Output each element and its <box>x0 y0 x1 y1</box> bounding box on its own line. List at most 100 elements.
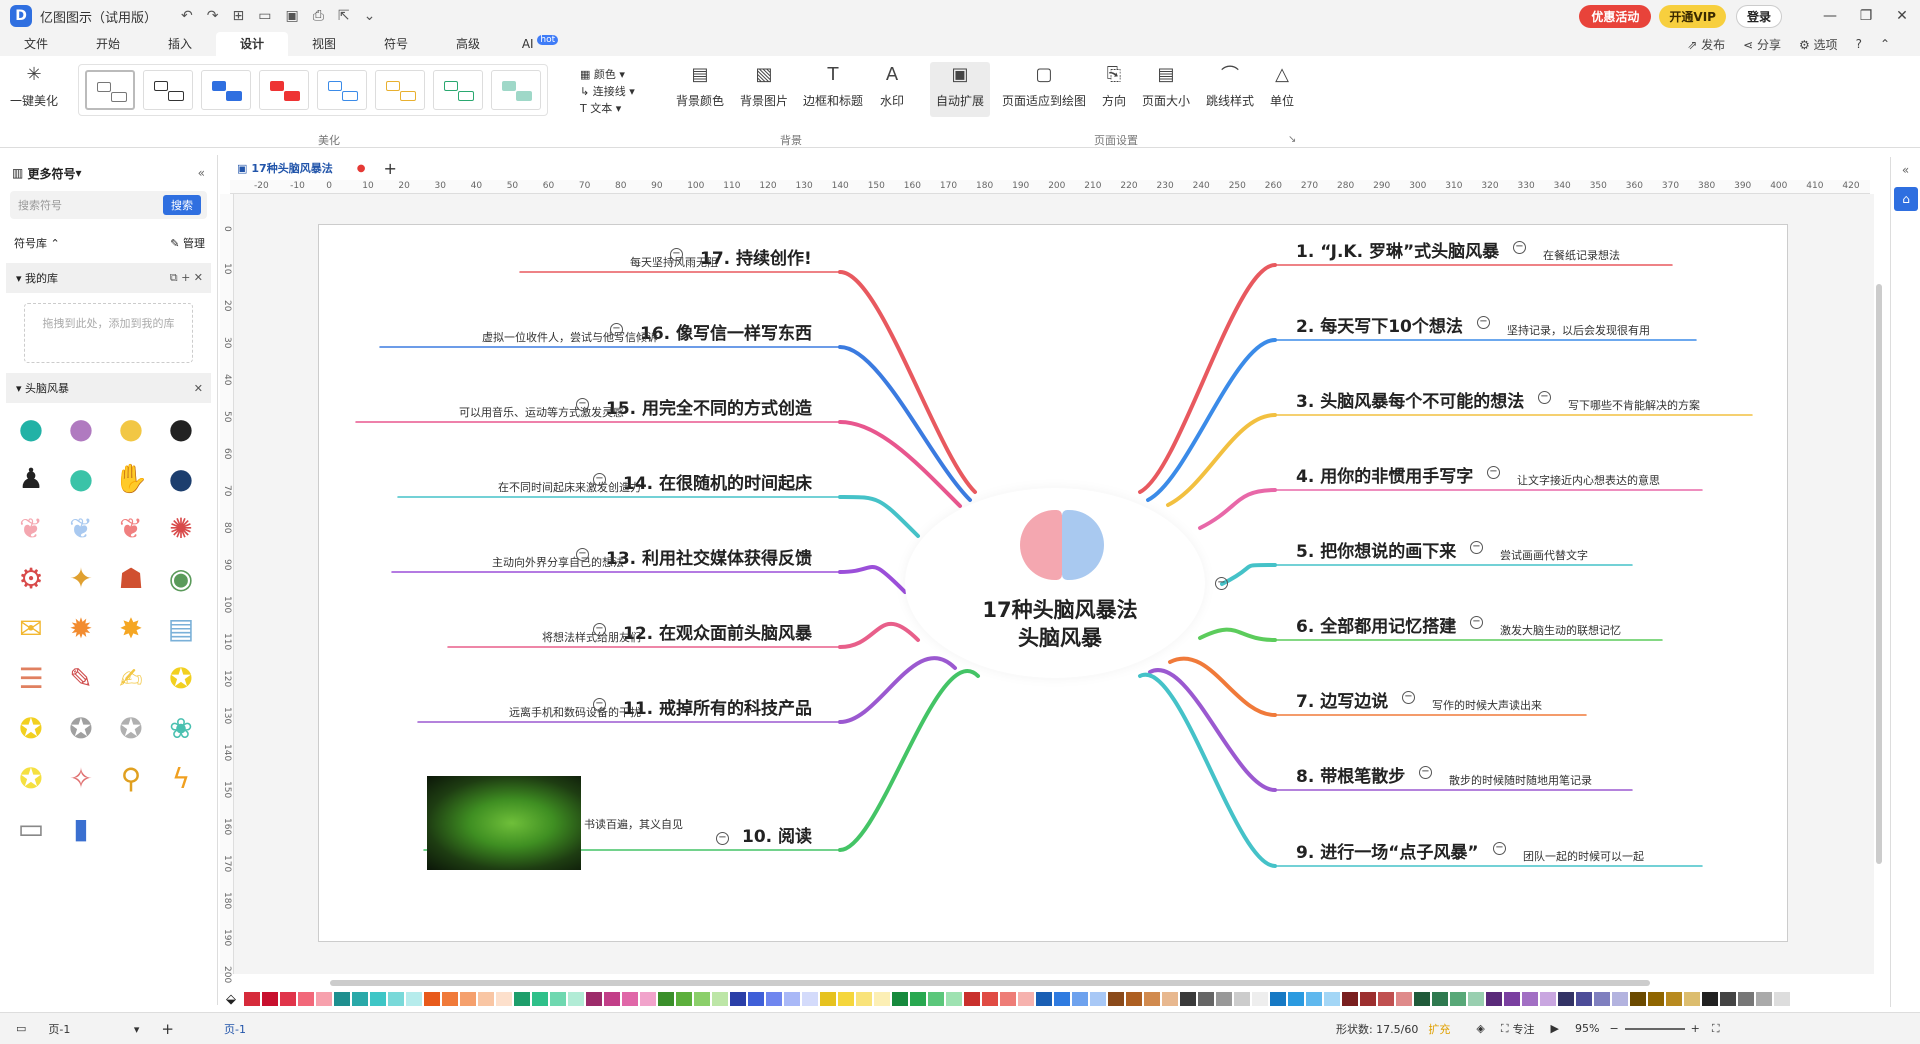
color-swatch[interactable] <box>694 992 710 1006</box>
color-swatch[interactable] <box>766 992 782 1006</box>
topic-note[interactable]: 尝试画画代替文字 <box>1500 547 1588 563</box>
color-swatch[interactable] <box>1072 992 1088 1006</box>
color-swatch[interactable] <box>1414 992 1430 1006</box>
topic-right[interactable]: 5. 把你想说的画下来 <box>1296 537 1456 562</box>
color-swatch[interactable] <box>568 992 584 1006</box>
topic-note[interactable]: 可以用音乐、运动等方式激发灵感 <box>459 404 624 420</box>
topic-note[interactable]: 写作的时候大声读出来 <box>1432 697 1542 713</box>
topic-left[interactable]: 13. 利用社交媒体获得反馈 <box>606 544 812 569</box>
topic-note[interactable]: 激发大脑生动的联想记忆 <box>1500 622 1621 638</box>
topic-right[interactable]: 4. 用你的非惯用手写字 <box>1296 462 1473 487</box>
leaf-image[interactable] <box>427 776 581 870</box>
topic-left[interactable]: 12. 在观众面前头脑风暴 <box>623 619 812 644</box>
color-swatch[interactable] <box>1540 992 1556 1006</box>
color-swatch[interactable] <box>550 992 566 1006</box>
color-swatch[interactable] <box>1792 992 1808 1006</box>
color-swatch[interactable] <box>1036 992 1052 1006</box>
topic-left[interactable]: 15. 用完全不同的方式创造 <box>606 394 812 419</box>
color-swatch[interactable] <box>424 992 440 1006</box>
color-swatch[interactable] <box>1342 992 1358 1006</box>
color-swatch[interactable] <box>622 992 638 1006</box>
color-swatch[interactable] <box>1324 992 1340 1006</box>
color-swatch[interactable] <box>640 992 656 1006</box>
color-swatch[interactable] <box>928 992 944 1006</box>
color-swatch[interactable] <box>1216 992 1232 1006</box>
topic-note[interactable]: 坚持记录，以后会发现很有用 <box>1507 322 1650 338</box>
color-swatch[interactable] <box>676 992 692 1006</box>
color-swatch[interactable] <box>1234 992 1250 1006</box>
color-swatch[interactable] <box>1306 992 1322 1006</box>
horizontal-scrollbar[interactable] <box>330 980 1650 986</box>
color-swatch[interactable] <box>1684 992 1700 1006</box>
color-swatch[interactable] <box>1018 992 1034 1006</box>
color-swatch[interactable] <box>1270 992 1286 1006</box>
color-swatch[interactable] <box>1612 992 1628 1006</box>
format-brush-icon[interactable]: ⌂ <box>1894 187 1918 211</box>
color-swatch[interactable] <box>1000 992 1016 1006</box>
color-swatch[interactable] <box>658 992 674 1006</box>
color-swatch[interactable] <box>784 992 800 1006</box>
topic-right[interactable]: 9. 进行一场“点子风暴” <box>1296 838 1479 863</box>
color-swatch[interactable] <box>1756 992 1772 1006</box>
color-swatch[interactable] <box>910 992 926 1006</box>
color-swatch[interactable] <box>406 992 422 1006</box>
color-swatch[interactable] <box>388 992 404 1006</box>
color-swatch[interactable] <box>370 992 386 1006</box>
topic-note[interactable]: 书读百遍，其义自见 <box>584 816 683 832</box>
topic-left[interactable]: 14. 在很随机的时间起床 <box>623 469 812 494</box>
topic-note[interactable]: 在不同时间起床来激发创造力 <box>498 479 641 495</box>
color-swatch[interactable] <box>1450 992 1466 1006</box>
topic-left[interactable]: 16. 像写信一样写东西 <box>640 319 812 344</box>
color-swatch[interactable] <box>316 992 332 1006</box>
color-swatch[interactable] <box>1360 992 1376 1006</box>
topic-note[interactable]: 远离手机和数码设备的干扰 <box>509 704 641 720</box>
color-swatch[interactable] <box>982 992 998 1006</box>
color-swatch[interactable] <box>820 992 836 1006</box>
collapse-toggle[interactable]: − <box>1402 691 1415 704</box>
color-swatch[interactable] <box>1648 992 1664 1006</box>
color-swatch[interactable] <box>1396 992 1412 1006</box>
color-swatch[interactable] <box>730 992 746 1006</box>
color-swatch[interactable] <box>1666 992 1682 1006</box>
color-swatch[interactable] <box>712 992 728 1006</box>
color-swatch[interactable] <box>838 992 854 1006</box>
fit-window-icon[interactable]: ⛶ <box>1712 1022 1720 1036</box>
color-swatch[interactable] <box>1162 992 1178 1006</box>
color-swatch[interactable] <box>874 992 890 1006</box>
collapse-toggle[interactable]: − <box>1538 391 1551 404</box>
collapse-toggle[interactable]: − <box>1513 241 1526 254</box>
topic-right[interactable]: 3. 头脑风暴每个不可能的想法 <box>1296 387 1524 412</box>
collapse-toggle[interactable]: − <box>1487 466 1500 479</box>
color-swatch[interactable] <box>964 992 980 1006</box>
expand-link[interactable]: 扩充 <box>1428 1021 1450 1037</box>
topic-left[interactable]: 11. 戒掉所有的科技产品 <box>623 694 812 719</box>
collapse-toggle[interactable]: − <box>593 698 606 711</box>
color-swatch[interactable] <box>442 992 458 1006</box>
color-swatch[interactable] <box>802 992 818 1006</box>
color-swatch[interactable] <box>1522 992 1538 1006</box>
color-swatch[interactable] <box>1432 992 1448 1006</box>
topic-note[interactable]: 主动向外界分享自己的想法 <box>492 554 624 570</box>
collapse-toggle[interactable]: − <box>576 398 589 411</box>
color-swatch[interactable] <box>946 992 962 1006</box>
color-swatch[interactable] <box>532 992 548 1006</box>
color-swatch[interactable] <box>1108 992 1124 1006</box>
collapse-toggle[interactable]: − <box>1470 541 1483 554</box>
color-swatch[interactable] <box>892 992 908 1006</box>
color-swatch[interactable] <box>1090 992 1106 1006</box>
page-select[interactable]: 页-1 ▾ <box>48 1021 139 1037</box>
color-swatch[interactable] <box>1558 992 1574 1006</box>
color-swatch[interactable] <box>334 992 350 1006</box>
topic-note[interactable]: 团队一起的时候可以一起 <box>1523 848 1644 864</box>
collapse-toggle[interactable]: − <box>1215 577 1228 590</box>
topic-right[interactable]: 6. 全部都用记忆搭建 <box>1296 612 1456 637</box>
color-swatch[interactable] <box>352 992 368 1006</box>
page-tab[interactable]: 页-1 <box>224 1021 246 1037</box>
color-swatch[interactable] <box>1576 992 1592 1006</box>
color-swatch[interactable] <box>244 992 260 1006</box>
collapse-toggle[interactable]: − <box>1477 316 1490 329</box>
color-swatch[interactable] <box>1378 992 1394 1006</box>
color-swatch[interactable] <box>856 992 872 1006</box>
layers-icon[interactable]: ◈ <box>1476 1022 1484 1035</box>
color-swatch[interactable] <box>1702 992 1718 1006</box>
